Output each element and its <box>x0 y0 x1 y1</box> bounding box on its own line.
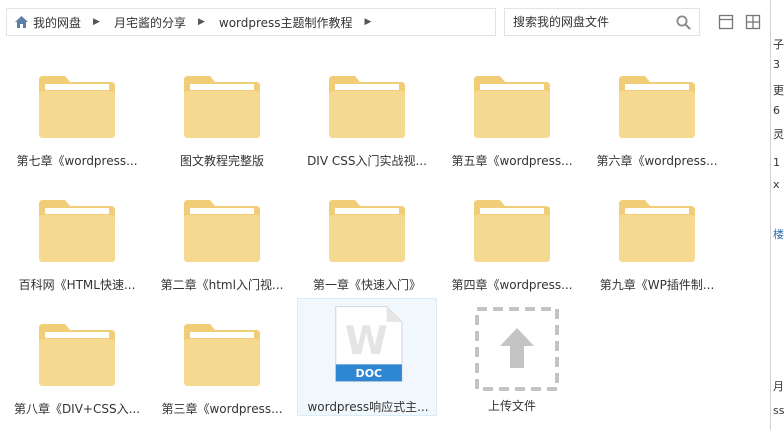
side-text: 楼 <box>773 228 784 241</box>
doc-file-icon: W DOC <box>335 306 403 382</box>
folder-icon <box>474 200 550 262</box>
file-name: wordpress响应式主... <box>307 400 429 414</box>
file-item[interactable]: 第二章《html入门视... <box>152 182 292 300</box>
file-name: 第四章《wordpress... <box>451 278 573 292</box>
side-text: x <box>773 178 780 191</box>
chevron-right-icon: ▶ <box>197 17 205 27</box>
breadcrumb-item-home[interactable]: 我的网盘 <box>7 9 81 35</box>
search-input[interactable] <box>513 13 673 31</box>
file-name: 第九章《WP插件制... <box>599 278 715 292</box>
folder-icon <box>619 76 695 138</box>
file-item[interactable]: 第五章《wordpress... <box>442 58 582 176</box>
file-item[interactable]: 第九章《WP插件制... <box>587 182 727 300</box>
home-icon <box>15 16 28 28</box>
file-name: 第三章《wordpress... <box>161 402 283 416</box>
breadcrumb-item-current[interactable]: wordpress主题制作教程 <box>219 9 353 35</box>
file-name: 百科网《HTML快速... <box>18 278 136 292</box>
side-text: 月 <box>773 380 784 393</box>
folder-icon <box>184 324 260 386</box>
folder-icon <box>329 76 405 138</box>
svg-text:W: W <box>345 319 388 364</box>
file-item[interactable]: 第一章《快速入门》 <box>297 182 437 300</box>
side-text: 1 <box>773 156 780 169</box>
folder-icon <box>39 200 115 262</box>
file-item-selected[interactable]: W DOC wordpress响应式主... <box>297 298 437 416</box>
folder-icon <box>619 200 695 262</box>
folder-icon <box>184 200 260 262</box>
folder-icon <box>329 200 405 262</box>
file-item[interactable]: 第七章《wordpress... <box>7 58 147 176</box>
file-name: 图文教程完整版 <box>179 154 264 168</box>
folder-icon <box>39 76 115 138</box>
file-name: DIV CSS入门实战视... <box>307 154 427 168</box>
chevron-right-icon: ▶ <box>93 17 100 27</box>
side-text: 3 <box>773 58 780 71</box>
file-item[interactable]: 第八章《DIV+CSS入... <box>7 306 147 424</box>
list-view-icon[interactable] <box>718 14 734 30</box>
folder-icon <box>39 324 115 386</box>
folder-icon <box>184 76 260 138</box>
top-bar: 我的网盘 ▶ 月宅酱的分享 ▶ wordpress主题制作教程 ▶ <box>0 0 770 44</box>
search-icon[interactable] <box>676 15 691 30</box>
side-text: 6 <box>773 104 780 117</box>
upload-icon <box>475 307 559 391</box>
file-name: 第六章《wordpress... <box>596 154 718 168</box>
file-name: 上传文件 <box>487 399 536 413</box>
file-item[interactable]: 百科网《HTML快速... <box>7 182 147 300</box>
upload-file-button[interactable]: 上传文件 <box>442 298 582 416</box>
breadcrumb-item-share[interactable]: 月宅酱的分享 <box>114 9 186 35</box>
side-panel-edge: 子 3 更 6 灵 1 x 楼 月 ss <box>770 0 784 430</box>
file-name: 第七章《wordpress... <box>16 154 138 168</box>
side-text: ss <box>773 404 784 417</box>
search-box <box>504 8 700 36</box>
chevron-right-icon[interactable]: ▶ <box>365 17 372 27</box>
breadcrumb-label: wordpress主题制作教程 <box>218 15 353 30</box>
file-item[interactable]: DIV CSS入门实战视... <box>297 58 437 176</box>
file-item[interactable]: 图文教程完整版 <box>152 58 292 176</box>
side-text: 子 <box>773 38 784 51</box>
side-text: 更 <box>773 84 784 97</box>
breadcrumb-label: 我的网盘 <box>33 15 82 30</box>
breadcrumb-label: 月宅酱的分享 <box>113 15 186 30</box>
file-name: 第二章《html入门视... <box>160 278 284 292</box>
file-name: 第一章《快速入门》 <box>312 278 421 292</box>
file-item[interactable]: 第三章《wordpress... <box>152 306 292 424</box>
file-name: 第八章《DIV+CSS入... <box>13 402 141 416</box>
grid-view-icon[interactable] <box>745 14 761 30</box>
file-item[interactable]: 第四章《wordpress... <box>442 182 582 300</box>
folder-icon <box>474 76 550 138</box>
file-item[interactable]: 第六章《wordpress... <box>587 58 727 176</box>
file-name: 第五章《wordpress... <box>451 154 573 168</box>
doc-badge: DOC <box>356 367 383 380</box>
breadcrumb: 我的网盘 ▶ 月宅酱的分享 ▶ wordpress主题制作教程 ▶ <box>6 8 496 36</box>
side-text: 灵 <box>773 128 784 141</box>
